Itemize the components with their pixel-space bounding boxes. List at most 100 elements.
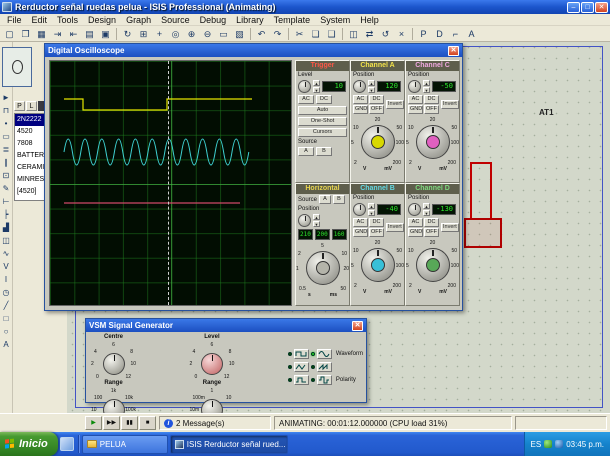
unipolar-button[interactable]: [294, 375, 309, 385]
message-box[interactable]: i 2 Message(s): [159, 416, 271, 430]
timebase-knob[interactable]: [306, 251, 340, 285]
channel-b-coupling-ac[interactable]: AC: [353, 218, 368, 227]
position-down-button[interactable]: ▼: [368, 87, 375, 93]
component-4520-ic[interactable]: [464, 218, 502, 248]
menu-design[interactable]: Design: [83, 15, 121, 25]
channel-b-coupling-gnd[interactable]: GND: [353, 228, 368, 237]
channel-d-position-knob[interactable]: [408, 203, 421, 216]
minimize-button[interactable]: –: [567, 2, 580, 13]
menu-debug[interactable]: Debug: [195, 15, 232, 25]
position-down-button[interactable]: ▼: [423, 87, 430, 93]
channel-c-coupling-ac[interactable]: AC: [408, 95, 423, 104]
wire[interactable]: [470, 162, 472, 218]
channel-c-invert-button[interactable]: Invert: [441, 100, 459, 109]
menu-system[interactable]: System: [315, 15, 355, 25]
terminals-icon[interactable]: ⊢: [0, 196, 12, 209]
redraw-icon[interactable]: ↻: [120, 27, 135, 41]
trigger-source-a[interactable]: A: [298, 147, 314, 156]
menu-template[interactable]: Template: [269, 15, 316, 25]
sawtooth-wave-button[interactable]: [317, 362, 332, 372]
graph-mode-icon[interactable]: ▟: [0, 222, 12, 235]
channel-a-gain-knob[interactable]: [361, 125, 395, 159]
menu-tools[interactable]: Tools: [52, 15, 83, 25]
channel-d-coupling-ac[interactable]: AC: [408, 218, 423, 227]
trigger-cursor-line[interactable]: [168, 61, 169, 305]
zoom-area-icon[interactable]: ▧: [232, 27, 247, 41]
tray-status-icon[interactable]: [544, 440, 552, 448]
menu-edit[interactable]: Edit: [27, 15, 53, 25]
channel-d-invert-button[interactable]: Invert: [441, 223, 459, 232]
wire-autorouter-icon[interactable]: ⌐: [448, 27, 463, 41]
channel-a-coupling-off[interactable]: OFF: [369, 105, 384, 114]
zoom-out-icon[interactable]: ⊖: [200, 27, 215, 41]
trigger-one-shot-button[interactable]: One-Shot: [298, 117, 347, 126]
position-down-button[interactable]: ▼: [368, 210, 375, 216]
oscilloscope-titlebar[interactable]: Digital Oscilloscope ✕: [45, 44, 462, 57]
bipolar-button[interactable]: [317, 375, 332, 385]
quick-launch-icon[interactable]: [60, 437, 74, 451]
make-device-icon[interactable]: D: [432, 27, 447, 41]
stop-button[interactable]: ■: [139, 416, 156, 430]
block-delete-icon[interactable]: ×: [394, 27, 409, 41]
menu-graph[interactable]: Graph: [121, 15, 156, 25]
wire-label-icon[interactable]: ▭: [0, 131, 12, 144]
property-assignment-icon[interactable]: A: [464, 27, 479, 41]
channel-c-gain-knob[interactable]: [416, 125, 450, 159]
square-wave-button[interactable]: [294, 349, 309, 359]
print-icon[interactable]: ▤: [82, 27, 97, 41]
channel-d-coupling-off[interactable]: OFF: [424, 228, 439, 237]
open-design-icon[interactable]: ❐: [18, 27, 33, 41]
channel-b-position-knob[interactable]: [353, 203, 366, 216]
tape-recorder-icon[interactable]: ◫: [0, 235, 12, 248]
copy-icon[interactable]: ❏: [308, 27, 323, 41]
position-up-button[interactable]: ▲: [368, 203, 375, 209]
buses-mode-icon[interactable]: ∥: [0, 157, 12, 170]
signal-generator-titlebar[interactable]: VSM Signal Generator ✕: [86, 319, 366, 332]
oscilloscope-window[interactable]: Digital Oscilloscope ✕ Trigger Level: [44, 43, 463, 311]
redo-icon[interactable]: ↷: [270, 27, 285, 41]
sine-wave-button[interactable]: [317, 349, 332, 359]
pick-device-icon[interactable]: P: [416, 27, 431, 41]
channel-a-coupling-ac[interactable]: AC: [353, 95, 368, 104]
channel-c-coupling-dc[interactable]: DC: [424, 95, 439, 104]
zoom-in-icon[interactable]: ⊕: [184, 27, 199, 41]
position-up-button[interactable]: ▲: [313, 214, 320, 220]
channel-c-position-knob[interactable]: [408, 80, 421, 93]
center-at-cursor-icon[interactable]: ◎: [168, 27, 183, 41]
level-down-button[interactable]: ▼: [313, 87, 320, 93]
position-down-button[interactable]: ▼: [423, 210, 430, 216]
library-button[interactable]: L: [26, 101, 37, 111]
component-mode-icon[interactable]: ⊓: [0, 105, 12, 118]
wire[interactable]: [490, 162, 492, 218]
junction-dot-icon[interactable]: •: [0, 118, 12, 131]
oscilloscope-close-button[interactable]: ✕: [448, 46, 459, 56]
level-up-button[interactable]: ▲: [313, 80, 320, 86]
step-button[interactable]: ▶▶: [103, 416, 120, 430]
channel-d-gain-knob[interactable]: [416, 248, 450, 282]
trigger-level-knob[interactable]: [298, 80, 311, 93]
trigger-coupling-dc[interactable]: DC: [316, 95, 332, 104]
channel-b-gain-knob[interactable]: [361, 248, 395, 282]
trigger-source-b[interactable]: B: [316, 147, 332, 156]
menu-library[interactable]: Library: [231, 15, 269, 25]
voltage-probe-icon[interactable]: V: [0, 261, 12, 274]
position-down-button[interactable]: ▼: [313, 221, 320, 227]
paste-icon[interactable]: ❑: [324, 27, 339, 41]
2d-line-icon[interactable]: ╱: [0, 300, 12, 313]
toggle-grid-icon[interactable]: ⊞: [136, 27, 151, 41]
menu-file[interactable]: File: [2, 15, 27, 25]
2d-box-icon[interactable]: □: [0, 313, 12, 326]
selection-pointer-icon[interactable]: ►: [0, 92, 12, 105]
generator-mode-icon[interactable]: ∿: [0, 248, 12, 261]
horizontal-source-b[interactable]: B: [333, 195, 345, 204]
channel-c-coupling-off[interactable]: OFF: [424, 105, 439, 114]
play-button[interactable]: ▶: [85, 416, 102, 430]
mark-output-area-icon[interactable]: ▣: [98, 27, 113, 41]
horizontal-position-knob[interactable]: [298, 214, 311, 227]
tray-network-icon[interactable]: [555, 440, 563, 448]
close-button[interactable]: ✕: [595, 2, 608, 13]
channel-a-invert-button[interactable]: Invert: [386, 100, 404, 109]
channel-a-position-knob[interactable]: [353, 80, 366, 93]
block-copy-icon[interactable]: ◫: [346, 27, 361, 41]
channel-b-coupling-dc[interactable]: DC: [369, 218, 384, 227]
